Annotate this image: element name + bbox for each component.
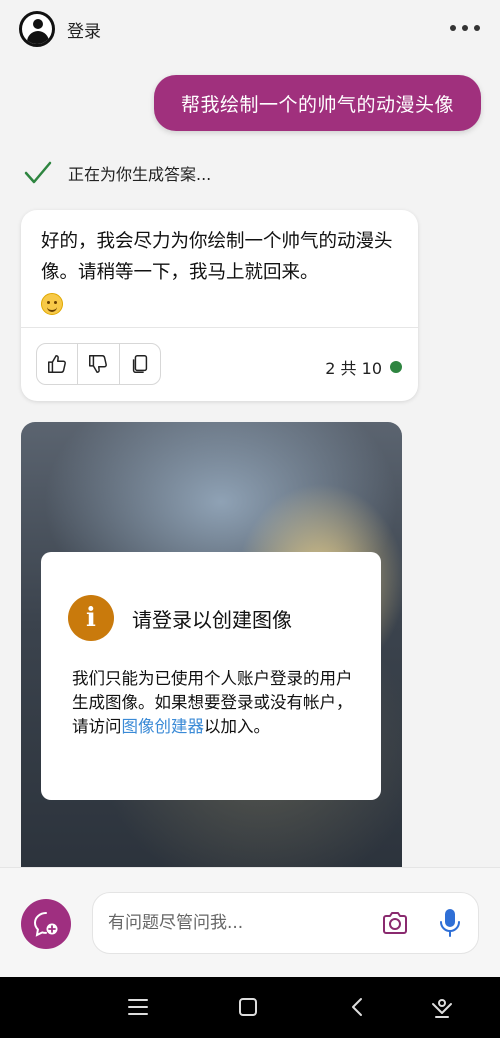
thumbs-down-icon xyxy=(89,355,108,373)
card-divider xyxy=(21,327,418,328)
user-message-bubble: 帮我绘制一个的帅气的动漫头像 xyxy=(154,75,481,131)
dialog-body: 我们只能为已使用个人账户登录的用户生成图像。如果想要登录或没有帐户，请访问图像创… xyxy=(72,667,362,739)
status-text: 正在为你生成答案... xyxy=(68,165,212,184)
chat-input[interactable] xyxy=(108,909,358,937)
reply-text-block: 好的，我会尽力为你绘制一个帅气的动漫头像。请稍等一下，我马上就回来。 xyxy=(41,226,401,319)
home-icon[interactable] xyxy=(236,995,260,1019)
dialog-title: 请登录以创建图像 xyxy=(132,608,292,632)
generating-status: 正在为你生成答案... xyxy=(24,160,211,186)
more-options-icon[interactable] xyxy=(450,22,480,34)
top-bar: 登录 xyxy=(0,0,500,58)
check-icon xyxy=(24,161,52,184)
feedback-actions xyxy=(36,343,161,385)
user-avatar-icon[interactable] xyxy=(19,11,55,47)
info-icon: i xyxy=(68,595,114,641)
composer-bar xyxy=(0,867,500,977)
smiling-face-icon xyxy=(41,293,63,315)
system-navigation-bar xyxy=(0,977,500,1038)
thumbs-up-icon xyxy=(48,355,67,373)
reply-text: 好的，我会尽力为你绘制一个帅气的动漫头像。请稍等一下，我马上就回来。 xyxy=(41,231,393,283)
image-generation-card: i 请登录以创建图像 我们只能为已使用个人账户登录的用户生成图像。如果想要登录或… xyxy=(21,422,402,870)
login-required-dialog: i 请登录以创建图像 我们只能为已使用个人账户登录的用户生成图像。如果想要登录或… xyxy=(41,552,381,800)
menu-icon[interactable] xyxy=(126,995,150,1019)
microphone-icon[interactable] xyxy=(438,908,462,938)
thumbs-up-button[interactable] xyxy=(37,344,77,384)
copy-icon xyxy=(132,355,147,373)
status-dot xyxy=(390,361,402,373)
login-link[interactable]: 登录 xyxy=(67,17,101,42)
chat-input-container xyxy=(92,892,479,954)
new-topic-button[interactable] xyxy=(21,899,71,949)
assistant-icon[interactable] xyxy=(430,995,454,1019)
response-count: 2 共 10 xyxy=(325,355,402,379)
camera-icon[interactable] xyxy=(381,910,409,936)
assistant-reply-card: 好的，我会尽力为你绘制一个帅气的动漫头像。请稍等一下，我马上就回来。 2 共 1… xyxy=(21,210,418,401)
new-topic-icon xyxy=(33,912,58,937)
thumbs-down-button[interactable] xyxy=(77,344,118,384)
image-creator-link[interactable]: 图像创建器 xyxy=(122,717,205,736)
copy-button[interactable] xyxy=(118,344,160,384)
dialog-body-end: 以加入。 xyxy=(204,717,270,736)
back-icon[interactable] xyxy=(346,995,370,1019)
response-count-text: 2 共 10 xyxy=(325,359,382,378)
